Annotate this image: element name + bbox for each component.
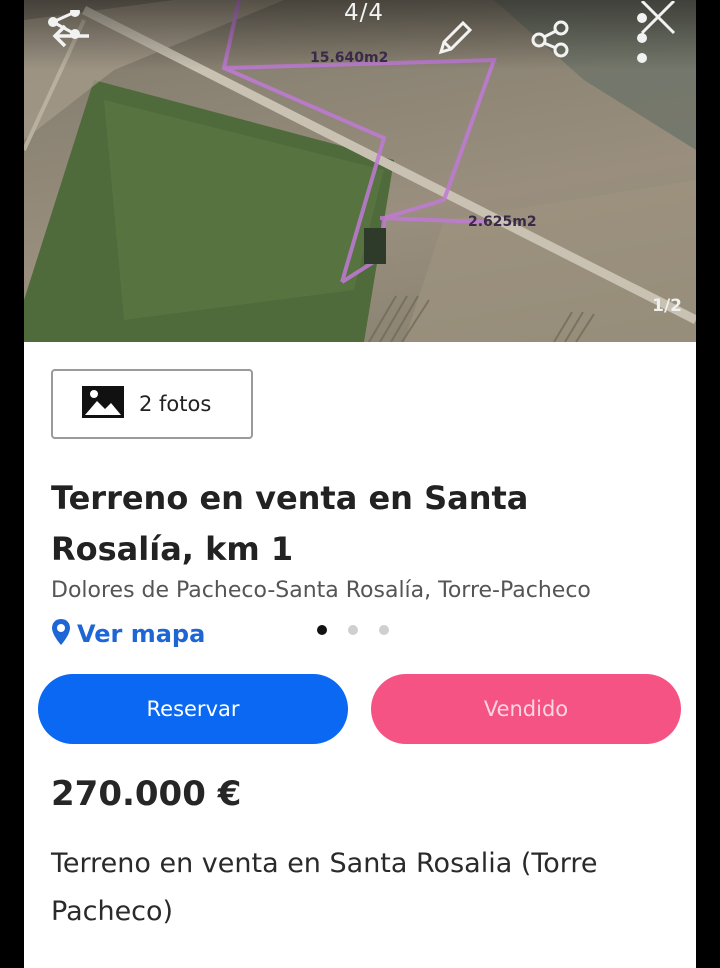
carousel-indicator <box>317 625 389 635</box>
photos-count-label: 2 fotos <box>139 392 212 416</box>
sold-button[interactable]: Vendido <box>371 674 681 744</box>
close-icon[interactable] <box>636 0 680 36</box>
soil-patch-2 <box>404 180 696 342</box>
carousel-dot-active[interactable] <box>317 625 327 635</box>
listing-screen: 15.640m2 2.625m2 1/2 4/4 2 fotos Terreno… <box>24 0 696 968</box>
view-map-label: Ver mapa <box>77 620 206 648</box>
image-icon <box>81 385 125 423</box>
image-counter: 4/4 <box>343 0 384 26</box>
view-map-link[interactable]: Ver mapa <box>51 618 205 650</box>
building <box>364 228 386 264</box>
area-label-large: 15.640m2 <box>310 50 389 66</box>
carousel-dot[interactable] <box>348 625 358 635</box>
area-label-small: 2.625m2 <box>468 214 537 230</box>
share-icon[interactable] <box>526 14 576 62</box>
photos-button[interactable]: 2 fotos <box>51 369 253 439</box>
listing-description: Terreno en venta en Santa Rosalia (Torre… <box>51 848 598 927</box>
listing-location: Dolores de Pacheco-Santa Rosalía, Torre-… <box>51 578 591 603</box>
carousel-dot[interactable] <box>379 625 389 635</box>
satellite-photo[interactable]: 15.640m2 2.625m2 1/2 <box>24 0 696 342</box>
location-pin-icon <box>51 618 71 650</box>
listing-title: Terreno en venta en Santa Rosalía, km 1 <box>51 479 529 568</box>
listing-price: 270.000 € <box>51 774 242 814</box>
reserve-button[interactable]: Reservar <box>38 674 348 744</box>
photo-index: 1/2 <box>652 296 682 316</box>
edit-pencil-icon[interactable] <box>430 14 480 62</box>
back-arrow-icon[interactable] <box>46 22 96 50</box>
